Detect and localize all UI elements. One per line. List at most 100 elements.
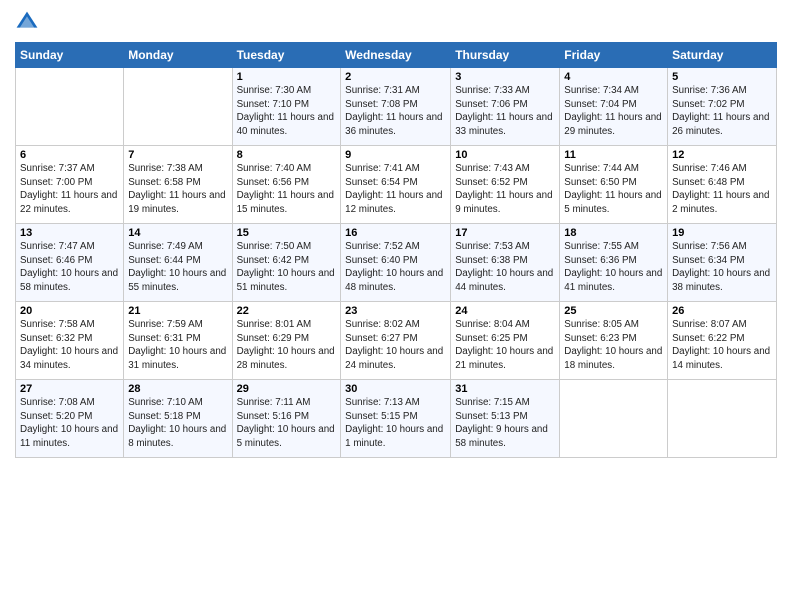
calendar-table: SundayMondayTuesdayWednesdayThursdayFrid… bbox=[15, 42, 777, 458]
day-cell: 27Sunrise: 7:08 AM Sunset: 5:20 PM Dayli… bbox=[16, 380, 124, 458]
day-number: 12 bbox=[672, 149, 772, 161]
day-cell: 18Sunrise: 7:55 AM Sunset: 6:36 PM Dayli… bbox=[560, 224, 668, 302]
day-info: Sunrise: 7:59 AM Sunset: 6:31 PM Dayligh… bbox=[128, 318, 227, 373]
day-header-monday: Monday bbox=[124, 43, 232, 68]
day-number: 21 bbox=[128, 305, 227, 317]
day-info: Sunrise: 8:05 AM Sunset: 6:23 PM Dayligh… bbox=[564, 318, 663, 373]
day-cell: 11Sunrise: 7:44 AM Sunset: 6:50 PM Dayli… bbox=[560, 146, 668, 224]
day-cell: 24Sunrise: 8:04 AM Sunset: 6:25 PM Dayli… bbox=[451, 302, 560, 380]
day-info: Sunrise: 7:34 AM Sunset: 7:04 PM Dayligh… bbox=[564, 84, 663, 139]
day-header-tuesday: Tuesday bbox=[232, 43, 341, 68]
calendar-header-row: SundayMondayTuesdayWednesdayThursdayFrid… bbox=[16, 43, 777, 68]
day-cell: 16Sunrise: 7:52 AM Sunset: 6:40 PM Dayli… bbox=[341, 224, 451, 302]
day-info: Sunrise: 7:53 AM Sunset: 6:38 PM Dayligh… bbox=[455, 240, 555, 295]
day-cell: 10Sunrise: 7:43 AM Sunset: 6:52 PM Dayli… bbox=[451, 146, 560, 224]
day-number: 28 bbox=[128, 383, 227, 395]
day-header-wednesday: Wednesday bbox=[341, 43, 451, 68]
day-number: 23 bbox=[345, 305, 446, 317]
day-cell: 1Sunrise: 7:30 AM Sunset: 7:10 PM Daylig… bbox=[232, 68, 341, 146]
day-number: 31 bbox=[455, 383, 555, 395]
day-info: Sunrise: 7:47 AM Sunset: 6:46 PM Dayligh… bbox=[20, 240, 119, 295]
day-info: Sunrise: 8:02 AM Sunset: 6:27 PM Dayligh… bbox=[345, 318, 446, 373]
day-number: 4 bbox=[564, 71, 663, 83]
day-cell: 7Sunrise: 7:38 AM Sunset: 6:58 PM Daylig… bbox=[124, 146, 232, 224]
day-number: 25 bbox=[564, 305, 663, 317]
day-cell: 4Sunrise: 7:34 AM Sunset: 7:04 PM Daylig… bbox=[560, 68, 668, 146]
day-header-friday: Friday bbox=[560, 43, 668, 68]
day-cell: 30Sunrise: 7:13 AM Sunset: 5:15 PM Dayli… bbox=[341, 380, 451, 458]
day-cell: 14Sunrise: 7:49 AM Sunset: 6:44 PM Dayli… bbox=[124, 224, 232, 302]
day-info: Sunrise: 7:31 AM Sunset: 7:08 PM Dayligh… bbox=[345, 84, 446, 139]
day-info: Sunrise: 7:58 AM Sunset: 6:32 PM Dayligh… bbox=[20, 318, 119, 373]
day-cell: 20Sunrise: 7:58 AM Sunset: 6:32 PM Dayli… bbox=[16, 302, 124, 380]
day-cell: 25Sunrise: 8:05 AM Sunset: 6:23 PM Dayli… bbox=[560, 302, 668, 380]
day-number: 7 bbox=[128, 149, 227, 161]
day-cell: 21Sunrise: 7:59 AM Sunset: 6:31 PM Dayli… bbox=[124, 302, 232, 380]
day-number: 15 bbox=[237, 227, 337, 239]
day-info: Sunrise: 8:04 AM Sunset: 6:25 PM Dayligh… bbox=[455, 318, 555, 373]
day-info: Sunrise: 7:44 AM Sunset: 6:50 PM Dayligh… bbox=[564, 162, 663, 217]
day-info: Sunrise: 7:49 AM Sunset: 6:44 PM Dayligh… bbox=[128, 240, 227, 295]
day-number: 13 bbox=[20, 227, 119, 239]
day-header-saturday: Saturday bbox=[668, 43, 777, 68]
day-info: Sunrise: 7:11 AM Sunset: 5:16 PM Dayligh… bbox=[237, 396, 337, 451]
day-info: Sunrise: 7:46 AM Sunset: 6:48 PM Dayligh… bbox=[672, 162, 772, 217]
main-container: SundayMondayTuesdayWednesdayThursdayFrid… bbox=[0, 0, 792, 468]
day-cell: 3Sunrise: 7:33 AM Sunset: 7:06 PM Daylig… bbox=[451, 68, 560, 146]
day-cell bbox=[668, 380, 777, 458]
day-cell: 5Sunrise: 7:36 AM Sunset: 7:02 PM Daylig… bbox=[668, 68, 777, 146]
week-row-3: 13Sunrise: 7:47 AM Sunset: 6:46 PM Dayli… bbox=[16, 224, 777, 302]
day-number: 8 bbox=[237, 149, 337, 161]
day-cell: 15Sunrise: 7:50 AM Sunset: 6:42 PM Dayli… bbox=[232, 224, 341, 302]
day-info: Sunrise: 7:10 AM Sunset: 5:18 PM Dayligh… bbox=[128, 396, 227, 451]
day-number: 11 bbox=[564, 149, 663, 161]
day-number: 27 bbox=[20, 383, 119, 395]
day-cell: 17Sunrise: 7:53 AM Sunset: 6:38 PM Dayli… bbox=[451, 224, 560, 302]
day-number: 10 bbox=[455, 149, 555, 161]
day-number: 14 bbox=[128, 227, 227, 239]
week-row-1: 1Sunrise: 7:30 AM Sunset: 7:10 PM Daylig… bbox=[16, 68, 777, 146]
day-cell bbox=[560, 380, 668, 458]
day-number: 29 bbox=[237, 383, 337, 395]
day-info: Sunrise: 7:43 AM Sunset: 6:52 PM Dayligh… bbox=[455, 162, 555, 217]
header bbox=[15, 10, 777, 34]
day-number: 22 bbox=[237, 305, 337, 317]
logo-icon bbox=[15, 10, 39, 34]
day-number: 1 bbox=[237, 71, 337, 83]
day-info: Sunrise: 7:40 AM Sunset: 6:56 PM Dayligh… bbox=[237, 162, 337, 217]
day-number: 18 bbox=[564, 227, 663, 239]
day-number: 9 bbox=[345, 149, 446, 161]
day-info: Sunrise: 7:15 AM Sunset: 5:13 PM Dayligh… bbox=[455, 396, 555, 451]
day-cell: 29Sunrise: 7:11 AM Sunset: 5:16 PM Dayli… bbox=[232, 380, 341, 458]
day-cell: 19Sunrise: 7:56 AM Sunset: 6:34 PM Dayli… bbox=[668, 224, 777, 302]
day-cell: 2Sunrise: 7:31 AM Sunset: 7:08 PM Daylig… bbox=[341, 68, 451, 146]
day-number: 19 bbox=[672, 227, 772, 239]
day-number: 16 bbox=[345, 227, 446, 239]
calendar-body: 1Sunrise: 7:30 AM Sunset: 7:10 PM Daylig… bbox=[16, 68, 777, 458]
day-info: Sunrise: 7:38 AM Sunset: 6:58 PM Dayligh… bbox=[128, 162, 227, 217]
week-row-4: 20Sunrise: 7:58 AM Sunset: 6:32 PM Dayli… bbox=[16, 302, 777, 380]
day-info: Sunrise: 7:41 AM Sunset: 6:54 PM Dayligh… bbox=[345, 162, 446, 217]
day-header-sunday: Sunday bbox=[16, 43, 124, 68]
week-row-2: 6Sunrise: 7:37 AM Sunset: 7:00 PM Daylig… bbox=[16, 146, 777, 224]
day-info: Sunrise: 7:56 AM Sunset: 6:34 PM Dayligh… bbox=[672, 240, 772, 295]
day-info: Sunrise: 8:01 AM Sunset: 6:29 PM Dayligh… bbox=[237, 318, 337, 373]
day-info: Sunrise: 7:30 AM Sunset: 7:10 PM Dayligh… bbox=[237, 84, 337, 139]
day-number: 6 bbox=[20, 149, 119, 161]
day-number: 17 bbox=[455, 227, 555, 239]
day-number: 26 bbox=[672, 305, 772, 317]
day-cell bbox=[16, 68, 124, 146]
day-cell: 31Sunrise: 7:15 AM Sunset: 5:13 PM Dayli… bbox=[451, 380, 560, 458]
day-cell: 23Sunrise: 8:02 AM Sunset: 6:27 PM Dayli… bbox=[341, 302, 451, 380]
day-cell: 22Sunrise: 8:01 AM Sunset: 6:29 PM Dayli… bbox=[232, 302, 341, 380]
day-cell: 26Sunrise: 8:07 AM Sunset: 6:22 PM Dayli… bbox=[668, 302, 777, 380]
day-info: Sunrise: 7:52 AM Sunset: 6:40 PM Dayligh… bbox=[345, 240, 446, 295]
day-info: Sunrise: 7:37 AM Sunset: 7:00 PM Dayligh… bbox=[20, 162, 119, 217]
day-cell: 9Sunrise: 7:41 AM Sunset: 6:54 PM Daylig… bbox=[341, 146, 451, 224]
day-cell: 6Sunrise: 7:37 AM Sunset: 7:00 PM Daylig… bbox=[16, 146, 124, 224]
day-info: Sunrise: 7:55 AM Sunset: 6:36 PM Dayligh… bbox=[564, 240, 663, 295]
day-info: Sunrise: 7:50 AM Sunset: 6:42 PM Dayligh… bbox=[237, 240, 337, 295]
day-number: 5 bbox=[672, 71, 772, 83]
day-number: 24 bbox=[455, 305, 555, 317]
day-number: 3 bbox=[455, 71, 555, 83]
